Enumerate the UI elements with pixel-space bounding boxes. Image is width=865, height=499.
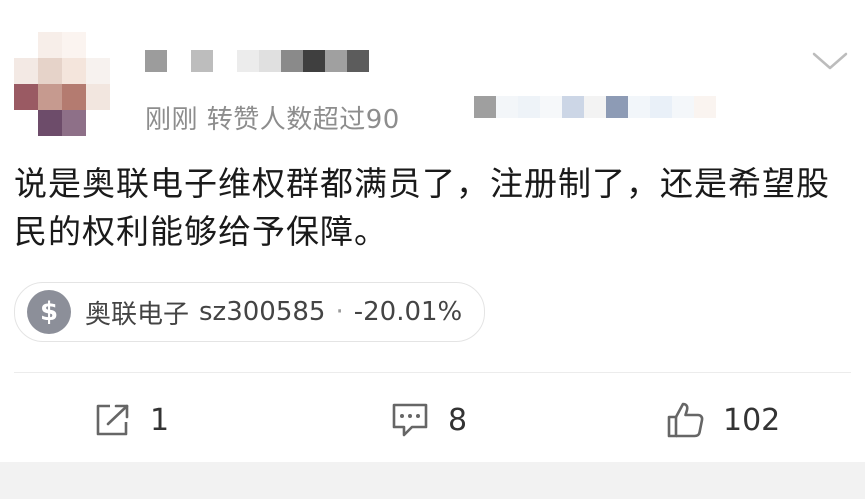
action-bar: 1 8 102 xyxy=(0,390,865,450)
comment-count: 8 xyxy=(448,402,468,438)
like-button[interactable]: 102 xyxy=(665,390,780,450)
stock-tag[interactable]: $ 奥联电子 sz300585 · -20.01% xyxy=(14,282,486,342)
post-meta: 刚刚 转赞人数超过90 xyxy=(145,105,400,135)
divider xyxy=(14,372,851,373)
bottom-separator-bar xyxy=(0,462,865,499)
stock-code: sz300585 xyxy=(199,297,326,327)
chevron-down-icon[interactable] xyxy=(810,46,850,76)
post-card: 刚刚 转赞人数超过90 说是奥联电子维权群都满员了，注册制了，还是希望股民的权利… xyxy=(0,0,865,462)
avatar[interactable] xyxy=(14,32,110,136)
stock-separator: · xyxy=(335,297,344,327)
dollar-coin-icon: $ xyxy=(27,290,71,334)
share-icon xyxy=(94,402,132,438)
post-content: 说是奥联电子维权群都满员了，注册制了，还是希望股民的权利能够给予保障。 xyxy=(14,164,830,251)
stock-change: -20.01% xyxy=(353,297,463,327)
meta-redacted xyxy=(452,96,716,120)
stock-name: 奥联电子 xyxy=(85,299,190,330)
share-count: 1 xyxy=(150,402,170,438)
username-redacted[interactable] xyxy=(145,50,369,78)
like-count: 102 xyxy=(723,402,781,438)
comment-button[interactable]: 8 xyxy=(390,390,467,450)
share-button[interactable]: 1 xyxy=(94,390,169,450)
comment-icon xyxy=(390,401,430,439)
thumbs-up-icon xyxy=(665,400,705,440)
